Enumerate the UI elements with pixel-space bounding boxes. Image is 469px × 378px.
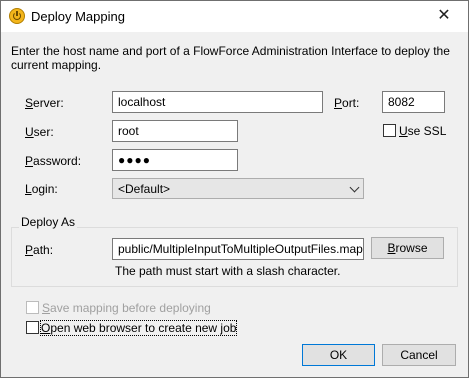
use-ssl-checkbox[interactable] (383, 124, 396, 137)
path-label: Path: (25, 243, 54, 257)
user-input[interactable]: root (112, 120, 238, 142)
user-label: User: (25, 125, 54, 139)
login-selected-value: <Default> (118, 182, 171, 196)
deploy-mapping-dialog: Deploy Mapping ✕ Enter the host name and… (0, 0, 469, 378)
title-bar[interactable]: Deploy Mapping ✕ (1, 1, 468, 32)
server-input[interactable]: localhost (112, 91, 323, 113)
use-ssl-label[interactable]: Use SSL (399, 124, 446, 138)
cancel-button[interactable]: Cancel (382, 344, 456, 366)
path-input[interactable]: public/MultipleInputToMultipleOutputFile… (112, 238, 364, 260)
save-mapping-label[interactable]: Save mapping before deploying (42, 301, 211, 315)
window-title: Deploy Mapping (31, 9, 125, 24)
password-input[interactable]: ●●●● (112, 149, 238, 171)
port-label: Port: (334, 96, 360, 110)
save-mapping-checkbox[interactable] (26, 301, 39, 314)
path-hint: The path must start with a slash charact… (115, 264, 341, 278)
port-input[interactable]: 8082 (382, 91, 445, 113)
deploy-as-group-title: Deploy As (19, 215, 78, 229)
login-label: Login: (25, 182, 58, 196)
ok-button[interactable]: OK (302, 344, 375, 366)
chevron-down-icon (349, 182, 360, 193)
dialog-body: Enter the host name and port of a FlowFo… (1, 32, 468, 377)
intro-text: Enter the host name and port of a FlowFo… (11, 44, 450, 72)
password-label: Password: (25, 154, 82, 168)
close-button[interactable]: ✕ (421, 1, 467, 31)
open-browser-label[interactable]: Open web browser to create new job (39, 320, 238, 336)
server-label: Server: (25, 96, 64, 110)
altova-mapforce-icon (9, 8, 25, 24)
login-select[interactable]: <Default> (112, 178, 364, 199)
open-browser-checkbox[interactable] (26, 321, 39, 334)
browse-button[interactable]: Browse (371, 237, 444, 259)
